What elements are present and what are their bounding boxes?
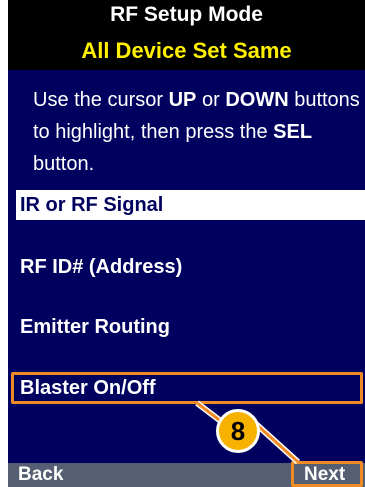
callout-number-badge: 8: [216, 409, 260, 453]
device-screen: RF Setup Mode All Device Set Same Use th…: [0, 0, 365, 487]
callout-leader-lines: [195, 400, 301, 465]
